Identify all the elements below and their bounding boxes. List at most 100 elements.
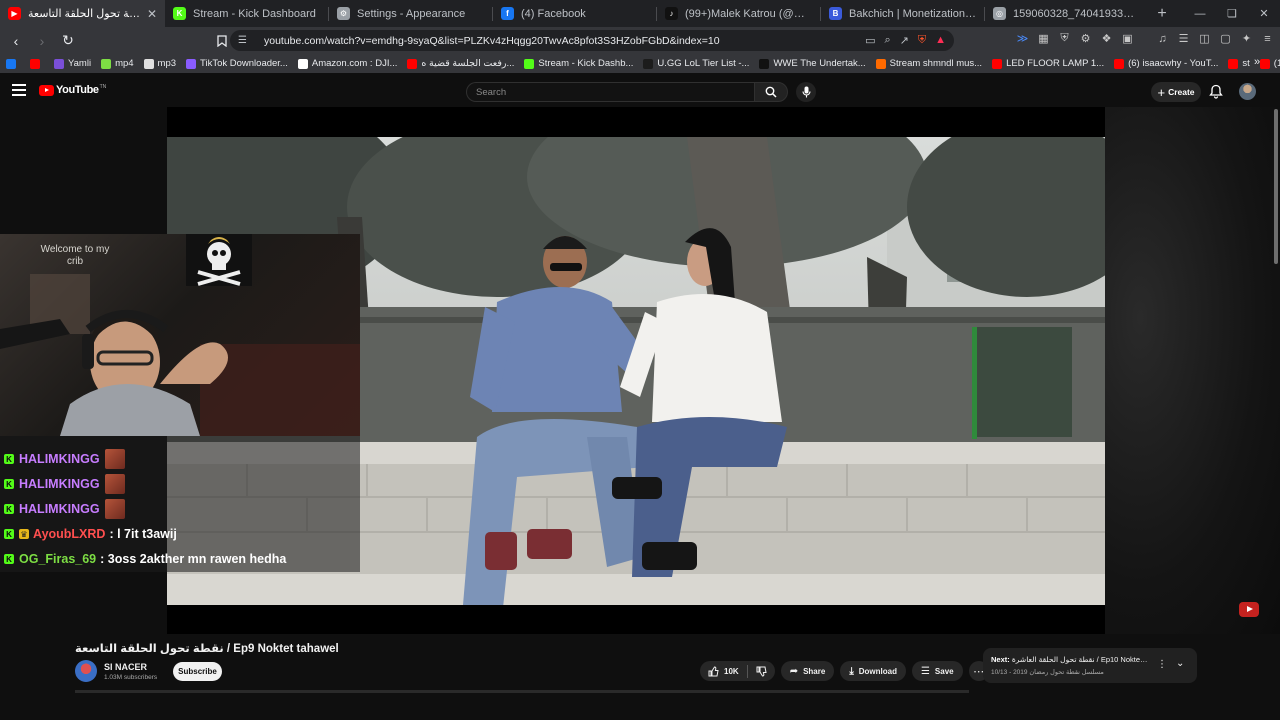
dislike-button[interactable] <box>748 661 775 681</box>
subscribe-button[interactable]: Subscribe <box>173 662 222 681</box>
bookmark-item[interactable]: Amazon.com : DJI... <box>297 58 397 69</box>
bookmark-favicon-icon <box>1259 58 1270 69</box>
window-controls: — ❏ ✕ <box>1184 0 1280 27</box>
microphone-icon <box>801 86 811 98</box>
forward-button[interactable]: › <box>32 31 52 51</box>
channel-name[interactable]: SI NACER <box>104 662 147 672</box>
notifications-bell-icon[interactable] <box>1209 84 1225 100</box>
bookmark-item[interactable]: mp4 <box>101 58 134 69</box>
page-scrollbar[interactable] <box>1274 109 1278 264</box>
bookmark-label: LED FLOOR LAMP 1... <box>1006 58 1105 69</box>
bookmark-item[interactable]: WWE The Undertak... <box>759 58 866 69</box>
bakchich-icon: B <box>829 7 842 20</box>
address-bar[interactable]: ☰ youtube.com/watch?v=emdhg-9syaQ&list=P… <box>230 30 954 51</box>
bookmark-item[interactable]: Yamli <box>54 58 91 69</box>
bookmark-item[interactable]: Stream - Kick Dashb... <box>524 58 633 69</box>
extensions-bar: ≫ ▦ ⛨ ⚙ ❖ ▣ ♫ ☰ ◫ ▢ ✦ ≡ <box>1016 32 1274 45</box>
close-tab-icon[interactable]: ✕ <box>147 7 157 21</box>
share-icon[interactable]: ↗ <box>900 34 909 47</box>
search-button[interactable] <box>754 82 788 102</box>
gear-icon: ⚙ <box>337 7 350 20</box>
chevron-down-icon[interactable]: ⌄ <box>1176 658 1184 669</box>
reading-list-icon[interactable]: ☰ <box>1177 32 1190 45</box>
chat-message: K ♛ AyoubLXRD: l 7it t3awij <box>4 523 177 545</box>
extension-icon[interactable]: ▦ <box>1037 32 1050 45</box>
search-input[interactable] <box>466 82 754 102</box>
back-button[interactable]: ‹ <box>6 31 26 51</box>
browser-tab[interactable]: K Stream - Kick Dashboard <box>165 0 328 27</box>
menu-icon[interactable]: ≡ <box>1261 32 1274 45</box>
channel-avatar[interactable] <box>75 660 97 682</box>
next-more-icon[interactable]: ⋮ <box>1157 659 1167 670</box>
close-window-button[interactable]: ✕ <box>1248 0 1280 27</box>
more-bookmarks-icon[interactable]: » <box>1254 56 1260 68</box>
share-button[interactable]: ➦ Share <box>780 661 835 681</box>
cast-icon[interactable]: ▭ <box>865 34 875 47</box>
bookmark-favicon-icon <box>1228 58 1239 69</box>
voice-search-button[interactable] <box>796 82 816 102</box>
tab-title: Settings - Appearance <box>357 7 466 20</box>
browser-tab[interactable]: f (4) Facebook <box>493 0 656 27</box>
facebook-icon: f <box>501 7 514 20</box>
shield-icon[interactable]: ⛨ <box>1058 32 1071 45</box>
bookmark-item[interactable]: (6) isaacwhy - YouT... <box>1114 58 1218 69</box>
bookmark-item[interactable]: st <box>1228 58 1250 69</box>
browser-tab[interactable]: B Bakchich | Monetization for african c <box>821 0 984 27</box>
browser-tab[interactable]: ◎ 159060328_740419336617575_7964 <box>985 0 1148 27</box>
leo-icon[interactable]: ✦ <box>1240 32 1253 45</box>
download-icon: ⤓ <box>849 665 854 677</box>
account-avatar[interactable] <box>1239 83 1256 100</box>
browser-tab[interactable]: ▶ نقطة تحول الحلقة التاسعة / iTube ✕ <box>0 0 165 27</box>
chat-username: OG_Firas_69 <box>19 552 97 566</box>
wallet-icon[interactable]: ▢ <box>1219 32 1232 45</box>
bookmark-item[interactable]: LED FLOOR LAMP 1... <box>992 58 1104 69</box>
bookmark-favicon-icon <box>643 58 654 69</box>
save-button[interactable]: ☰ Save <box>911 661 963 681</box>
like-dislike-group: 10K <box>700 661 775 681</box>
thumbs-up-icon <box>708 665 719 676</box>
next-video-card[interactable]: Next: نقطة تحول الحلقة العاشرة / Ep10 No… <box>983 648 1197 683</box>
next-prefix: Next: <box>991 655 1010 664</box>
minimize-button[interactable]: — <box>1184 0 1216 27</box>
rewards-icon[interactable]: ▲ <box>935 34 946 47</box>
bookmark-item[interactable]: mp3 <box>143 58 176 69</box>
like-button[interactable]: 10K <box>700 661 747 681</box>
site-settings-icon[interactable]: ☰ <box>238 35 250 47</box>
bookmark-favicon-icon <box>143 58 154 69</box>
browser-tab[interactable]: ⚙ Settings - Appearance <box>329 0 492 27</box>
subscriber-count: 1.03M subscribers <box>104 674 158 681</box>
restore-button[interactable]: ❏ <box>1216 0 1248 27</box>
sidebar-icon[interactable]: ◫ <box>1198 32 1211 45</box>
bookmark-item[interactable]: رفعت الجلسة قضية ه... <box>407 58 514 69</box>
tab-title: 159060328_740419336617575_7964 <box>1013 7 1140 20</box>
reload-button[interactable]: ↻ <box>58 31 78 51</box>
extension-icon[interactable]: ≫ <box>1016 32 1029 45</box>
download-button[interactable]: ⤓ Download <box>840 661 906 681</box>
youtube-logo[interactable]: YouTube TN <box>39 84 106 96</box>
bookmark-label: mp4 <box>115 58 134 69</box>
bookmark-item[interactable]: Stream shmndl mus... <box>875 58 982 69</box>
puzzle-icon[interactable]: ❖ <box>1100 32 1113 45</box>
extension-icon[interactable]: ▣ <box>1121 32 1134 45</box>
zoom-icon[interactable]: ⌕ <box>884 34 890 47</box>
extension-icon[interactable]: ⚙ <box>1079 32 1092 45</box>
music-icon[interactable]: ♫ <box>1156 32 1169 45</box>
chat-message: K HALIMKINGG <box>4 498 125 520</box>
bookmark-icon[interactable] <box>212 31 232 51</box>
streamer-video <box>0 274 360 436</box>
share-label: Share <box>803 666 826 676</box>
bookmark-item[interactable] <box>6 58 20 69</box>
youtube-watermark-icon[interactable] <box>1239 602 1259 617</box>
brave-shield-icon[interactable]: ⛨ <box>918 34 926 47</box>
guide-menu-icon[interactable] <box>12 84 26 96</box>
create-label: Create <box>1168 87 1195 97</box>
browser-tab[interactable]: ♪ (99+)Malek Katrou (@malekkatrou) | <box>657 0 820 27</box>
bookmark-item[interactable] <box>30 58 44 69</box>
bookmark-item[interactable]: (168) Ahmed Adly |... <box>1259 58 1280 69</box>
bookmark-item[interactable]: TikTok Downloader... <box>186 58 288 69</box>
ambient-background <box>1105 107 1280 634</box>
create-button[interactable]: + Create <box>1151 82 1201 102</box>
new-tab-button[interactable]: + <box>1148 0 1176 27</box>
save-label: Save <box>934 666 954 676</box>
bookmark-item[interactable]: U.GG LoL Tier List -... <box>643 58 749 69</box>
